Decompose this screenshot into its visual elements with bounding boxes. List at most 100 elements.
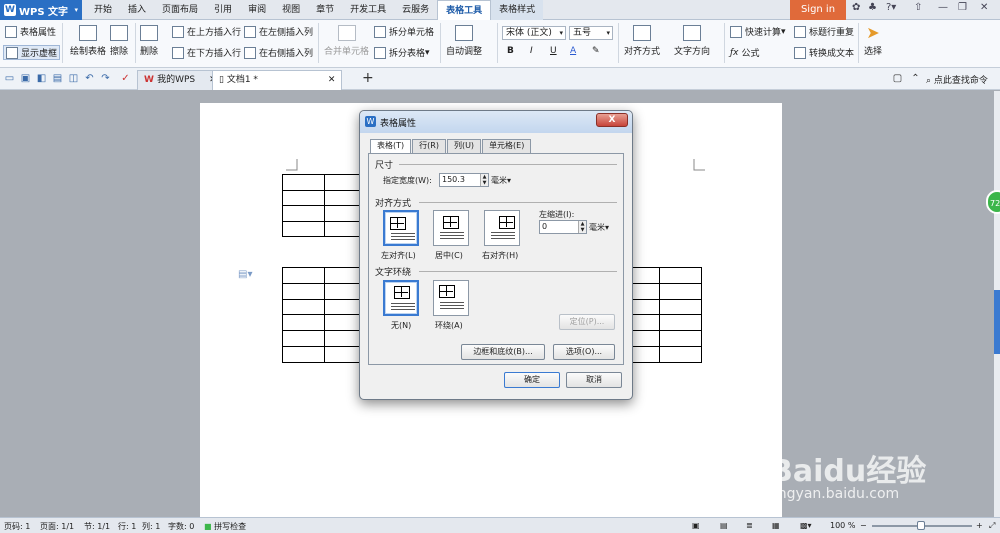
highlight-icon[interactable]: ✎ [592,46,600,56]
show-grid-button[interactable]: 显示虚框 [3,45,61,60]
doc-tab-mywps[interactable]: W 我的WPS✕ [137,70,224,90]
collapse-icon[interactable]: ⌃ [910,73,921,84]
tab-table-tools[interactable]: 表格工具 [437,0,492,20]
save-icon[interactable]: ▣ [20,73,31,84]
spinner-icon[interactable]: ▲ ▼ [578,221,586,233]
borders-shading-button[interactable]: 边框和底纹(B)... [461,344,545,360]
section-divider [399,164,617,165]
cancel-button[interactable]: 取消 [566,372,622,388]
align-center-option[interactable] [433,210,469,246]
close-icon[interactable]: ✕ [980,2,988,13]
minimize-icon[interactable]: — [938,2,948,13]
paste-options-icon[interactable]: ▤▾ [238,269,252,280]
dialog-close-button[interactable]: X [596,113,628,127]
tab-chapter[interactable]: 章节 [308,0,342,20]
scroll-thumb[interactable] [994,290,1000,354]
doc-tab-document1[interactable]: ▯ 文档1 * ✕ [212,70,343,90]
command-search[interactable]: ⌕ 点此查找命令 [926,73,988,86]
page-view-icon[interactable]: ▤ [720,521,728,530]
open-folder-icon[interactable]: ▭ [4,73,15,84]
redo-icon[interactable]: ↷ [100,73,111,84]
tab-table-style[interactable]: 表格样式 [491,0,544,20]
formula-button[interactable]: ƒx 公式 [730,46,760,60]
tab-view[interactable]: 视图 [274,0,308,20]
help-icon[interactable]: ?▾ [886,2,896,13]
split-cells-button[interactable]: 拆分单元格 [374,25,434,38]
dialog-titlebar[interactable]: W 表格属性 X [360,111,632,133]
align-left-option[interactable] [383,210,419,246]
tab-references[interactable]: 引用 [206,0,240,20]
restore-icon[interactable]: ❐ [958,2,967,13]
draw-table-button[interactable]: 绘制表格 [70,25,106,57]
word-table-top[interactable] [282,174,366,237]
tab-column[interactable]: 列(U) [446,139,482,153]
repeat-header-button[interactable]: 标题行重复 [794,25,854,38]
wrap-none-option[interactable] [383,280,419,316]
zoom-slider-thumb[interactable] [917,521,925,530]
split-table-button[interactable]: 拆分表格 ▾ [374,46,430,59]
new-tab-button[interactable]: + [362,71,374,85]
font-name-select[interactable]: 宋体 (正文) ▾ [502,26,566,40]
web-view-icon[interactable]: ▦ [772,521,780,530]
print-icon[interactable]: ▤ [52,73,63,84]
delete-button[interactable]: 删除 [140,25,158,57]
width-input[interactable]: 150.3 ▲ ▼ [439,173,489,187]
upload-icon[interactable]: ⇧ [914,2,922,13]
font-color-button[interactable]: A [570,46,576,56]
undo-icon[interactable]: ↶ [84,73,95,84]
zoom-out-icon[interactable]: − [860,521,867,530]
tab-table[interactable]: 表格(T) [370,139,412,154]
wrap-around-option[interactable] [433,280,469,316]
insert-row-above-button[interactable]: 在上方插入行 [172,25,241,38]
text-direction-button[interactable]: 文字方向 [674,25,710,57]
reading-mode-icon[interactable]: ▩▾ [800,521,812,530]
outline-view-icon[interactable]: ≣ [746,521,753,530]
position-button[interactable]: 定位(P)... [559,314,615,330]
bookmark-icon[interactable]: ▢ [892,73,903,84]
table-properties-button[interactable]: 表格属性 [5,25,56,38]
auto-adjust-button[interactable]: 自动调整 [446,25,482,57]
convert-to-text-button[interactable]: 转换成文本 [794,46,854,59]
app-menu-button[interactable]: W WPS 文字 ▾ [0,0,82,20]
underline-button[interactable]: U [550,46,557,56]
spell-check-toggle[interactable]: ■ 拼写检查 [204,521,246,532]
tab-page-layout[interactable]: 页面布局 [154,0,206,20]
shirt-icon[interactable]: ♣ [868,2,877,13]
insert-col-right-button[interactable]: 在右侧插入列 [244,46,313,59]
focus-mode-icon[interactable]: ▣ [692,521,700,530]
pin-icon[interactable]: ✓ [120,73,131,84]
close-tab-icon[interactable]: ✕ [328,75,336,85]
merge-cells-button[interactable]: 合并单元格 [324,25,369,57]
insert-row-below-button[interactable]: 在下方插入行 [172,46,241,59]
tab-insert[interactable]: 插入 [120,0,154,20]
tab-developer[interactable]: 开发工具 [342,0,394,20]
skin-icon[interactable]: ✿ [852,2,860,13]
fullscreen-icon[interactable]: ⤢ [989,521,995,531]
assistant-badge[interactable]: 72 [986,190,1000,214]
indent-input[interactable]: 0 ▲ ▼ [539,220,587,234]
zoom-in-icon[interactable]: + [976,521,983,530]
italic-button[interactable]: I [530,46,533,56]
font-size-select[interactable]: 五号 ▾ [569,26,613,40]
tab-review[interactable]: 审阅 [240,0,274,20]
preview-icon[interactable]: ◫ [68,73,79,84]
signin-button[interactable]: Sign in [790,0,846,20]
tab-home[interactable]: 开始 [86,0,120,20]
insert-col-left-button[interactable]: 在左侧插入列 [244,25,313,38]
tab-cloud[interactable]: 云服务 [394,0,437,20]
align-right-option[interactable] [484,210,520,246]
zoom-level[interactable]: 100 % [830,521,855,530]
options-button[interactable]: 选项(O)... [553,344,615,360]
tab-row[interactable]: 行(R) [412,139,446,153]
spinner-icon[interactable]: ▲ ▼ [480,174,488,186]
quick-calc-button[interactable]: 快速计算 ▾ [730,25,786,38]
select-button[interactable]: ➤ 选择 [864,25,882,58]
width-unit-select[interactable]: 毫米▾ [491,175,511,186]
pdf-icon[interactable]: ◧ [36,73,47,84]
ok-button[interactable]: 确定 [504,372,560,388]
erase-button[interactable]: 擦除 [110,25,128,57]
align-button[interactable]: 对齐方式 [624,25,660,57]
indent-unit-select[interactable]: 毫米▾ [589,222,609,233]
bold-button[interactable]: B [507,46,514,56]
tab-cell[interactable]: 单元格(E) [482,139,532,153]
